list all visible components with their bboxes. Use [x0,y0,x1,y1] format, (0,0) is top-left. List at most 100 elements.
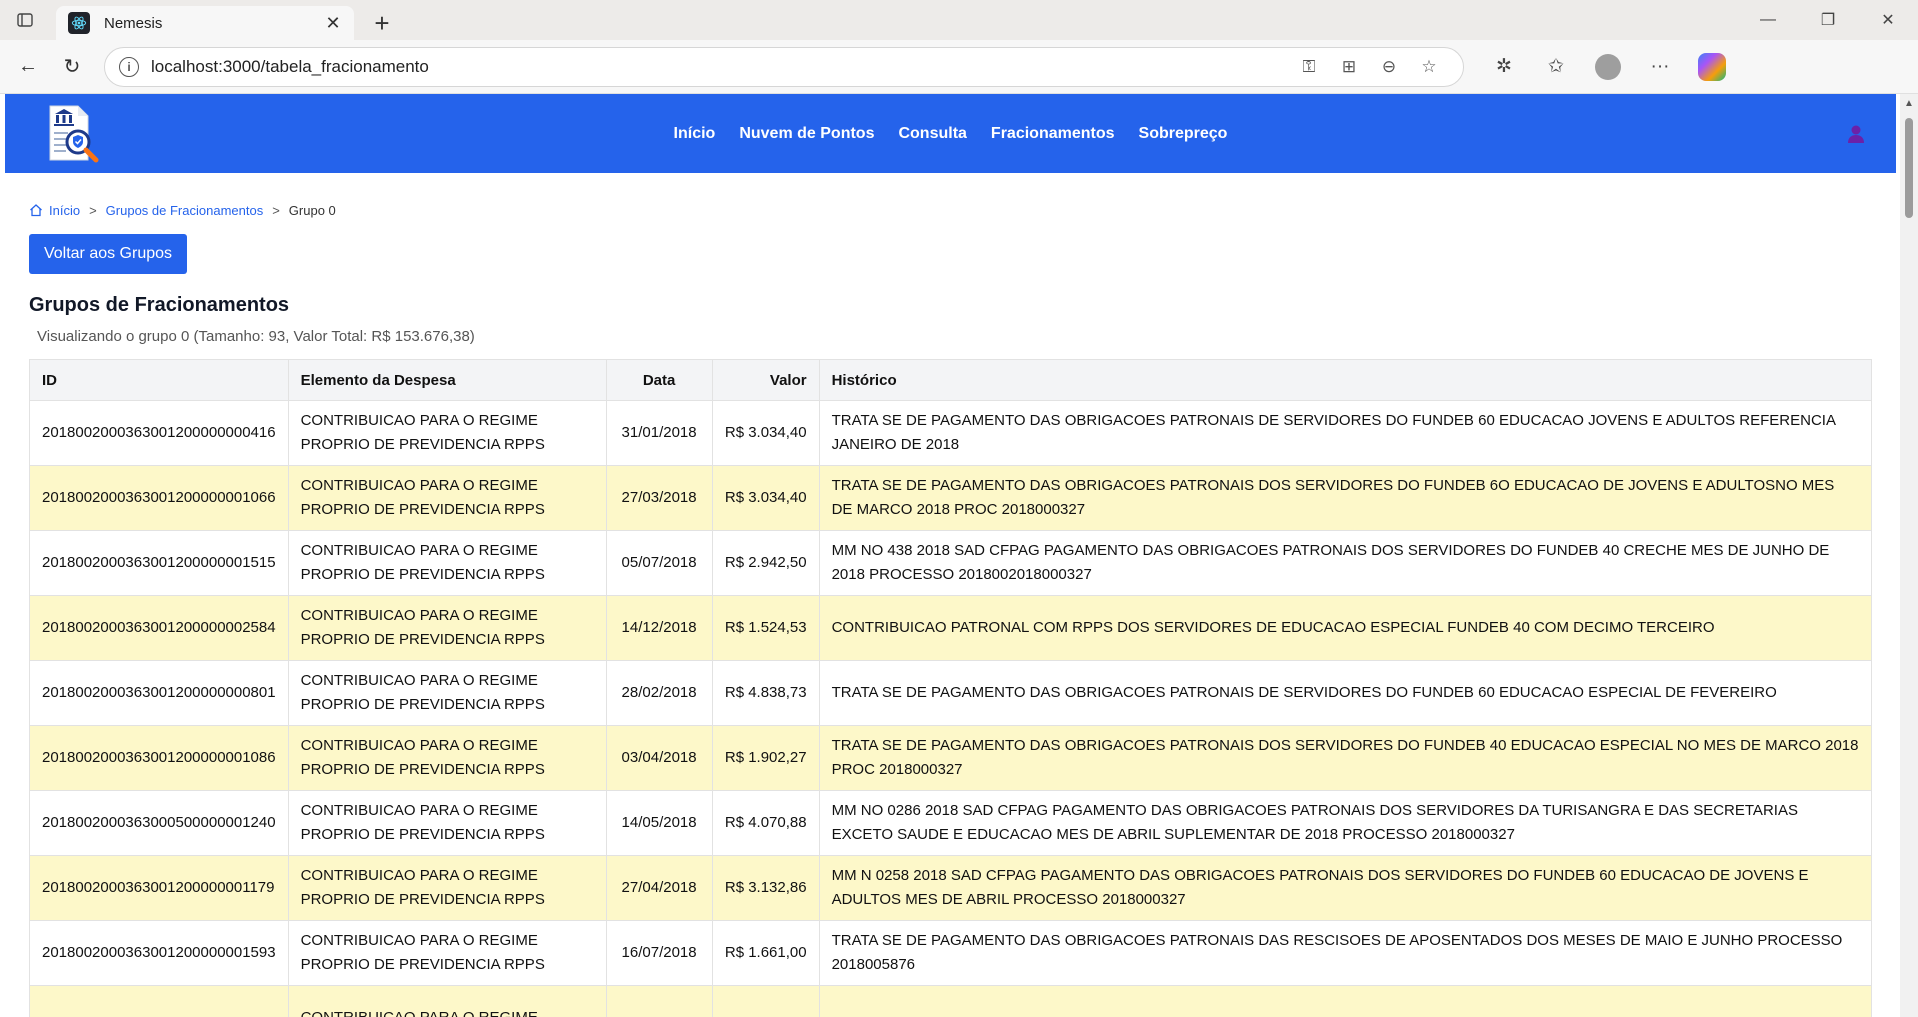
browser-tab[interactable]: Nemesis ✕ [56,6,354,40]
cell-valor: R$ 4.838,73 [711,660,820,726]
nav-link-consulta[interactable]: Consulta [898,125,966,143]
profile-avatar[interactable] [1582,47,1634,87]
table-row[interactable]: 2018002000363001200000002584 CONTRIBUICA… [29,595,1873,661]
main-content: Início > Grupos de Fracionamentos > Grup… [29,200,1873,1017]
table-row[interactable]: 2018002000363001200000001515 CONTRIBUICA… [29,530,1873,596]
tab-actions-button[interactable] [0,0,50,40]
cell-historico: TRATA SE DE PAGAMENTO DAS OBRIGACOES PAT… [818,400,1873,466]
cell-data: 28/02/2018 [605,660,713,726]
tab-title: Nemesis [104,14,163,32]
home-icon[interactable] [29,203,43,217]
cell-data: 14/12/2018 [605,595,713,661]
cell-elemento: CONTRIBUICAO PARA O REGIME PROPRIO DE PR… [287,595,607,661]
app-available-icon[interactable]: ⊞ [1329,52,1369,82]
cell-valor [711,985,820,1017]
table-row[interactable]: 2018002000363001200000001593 CONTRIBUICA… [29,920,1873,986]
cell-data: 03/04/2018 [605,725,713,791]
back-arrow-icon[interactable]: ← [10,49,46,85]
reload-icon[interactable]: ↻ [54,49,90,85]
app-navbar: Início Nuvem de Pontos Consulta Fraciona… [5,94,1896,173]
browser-tabbar: Nemesis ✕ + — ❐ ✕ [0,0,1918,40]
table-row[interactable]: 2018002000363000500000001240 CONTRIBUICA… [29,790,1873,856]
cell-elemento: CONTRIBUICAO PARA O REGIME PROPRIO DE PR… [287,530,607,596]
nav-link-inicio[interactable]: Início [674,125,716,143]
column-header-elemento[interactable]: Elemento da Despesa [287,359,607,401]
cell-id: 2018002000363001200000001593 [29,920,289,986]
cell-elemento: CONTRIBUICAO PARA O REGIME PROPRIO DE PR… [287,465,607,531]
react-favicon-icon [68,12,90,34]
cell-historico: TRATA SE DE PAGAMENTO DAS OBRIGACOES PAT… [818,465,1873,531]
window-controls: — ❐ ✕ [1738,0,1918,40]
cell-data: 05/07/2018 [605,530,713,596]
zoom-icon[interactable]: ⊖ [1369,52,1409,82]
page-title: Grupos de Fracionamentos [29,294,290,316]
cell-historico: CONTRIBUICAO PATRONAL COM RPPS DOS SERVI… [818,595,1873,661]
fracionamento-table: ID Elemento da Despesa Data Valor Histór… [29,359,1873,1017]
table-row[interactable]: 2018002000363001200000000416 CONTRIBUICA… [29,400,1873,466]
cell-valor: R$ 1.524,53 [711,595,820,661]
tab-close-icon[interactable]: ✕ [322,13,344,34]
breadcrumb-home-link[interactable]: Início [49,203,80,218]
cell-id: 2018002000363001200000001066 [29,465,289,531]
tab-actions-icon [17,13,33,27]
cell-data [605,985,713,1017]
cell-data: 27/03/2018 [605,465,713,531]
address-bar[interactable]: i localhost:3000/tabela_fracionamento ⚿ … [104,46,1464,87]
cell-data: 14/05/2018 [605,790,713,856]
more-menu-icon[interactable]: ··· [1634,47,1686,87]
cell-historico: MM NO 0286 2018 SAD CFPAG PAGAMENTO DAS … [818,790,1873,856]
cell-historico: TRATA SE DE PAGAMENTO DAS OBRIGACOES PAT… [818,725,1873,791]
page-viewport: Início Nuvem de Pontos Consulta Fraciona… [0,94,1918,1017]
cell-data: 27/04/2018 [605,855,713,921]
scroll-up-arrow-icon[interactable]: ▲ [1904,98,1914,109]
cell-id: 2018002000363001200000001179 [29,855,289,921]
nav-link-sobrepreco[interactable]: Sobrepreço [1139,125,1228,143]
cell-valor: R$ 3.132,86 [711,855,820,921]
cell-valor: R$ 4.070,88 [711,790,820,856]
table-row[interactable]: 2018002000363001200000001086 CONTRIBUICA… [29,725,1873,791]
table-row[interactable]: 2018002000363001200000001179 CONTRIBUICA… [29,855,1873,921]
breadcrumb: Início > Grupos de Fracionamentos > Grup… [29,200,1872,220]
column-header-id[interactable]: ID [29,359,289,401]
nav-link-nuvem-de-pontos[interactable]: Nuvem de Pontos [739,125,874,143]
breadcrumb-separator: > [89,202,97,218]
column-header-historico[interactable]: Histórico [818,359,1873,401]
site-info-icon[interactable]: i [119,56,139,77]
cell-elemento: CONTRIBUICAO PARA O REGIME PROPRIO DE PR… [287,660,607,726]
favorite-star-icon[interactable]: ☆ [1409,52,1449,82]
back-to-groups-button[interactable]: Voltar aos Grupos [29,234,187,274]
table-row[interactable]: CONTRIBUICAO PARA O REGIME [29,985,1873,1017]
user-icon[interactable] [1846,124,1866,144]
restore-icon[interactable]: ❐ [1798,0,1858,40]
column-header-data[interactable]: Data [605,359,713,401]
window-close-icon[interactable]: ✕ [1858,0,1918,40]
page-scrollbar[interactable]: ▲ [1900,94,1918,1017]
nav-link-fracionamentos[interactable]: Fracionamentos [991,125,1115,143]
minimize-icon[interactable]: — [1738,0,1798,40]
copilot-icon[interactable] [1686,47,1738,87]
breadcrumb-groups-link[interactable]: Grupos de Fracionamentos [106,203,264,218]
cell-id [29,985,289,1017]
cell-id: 2018002000363001200000000416 [29,400,289,466]
cell-valor: R$ 2.942,50 [711,530,820,596]
cell-elemento: CONTRIBUICAO PARA O REGIME [287,985,607,1017]
cell-historico: TRATA SE DE PAGAMENTO DAS OBRIGACOES PAT… [818,660,1873,726]
table-row[interactable]: 2018002000363001200000001066 CONTRIBUICA… [29,465,1873,531]
scrollbar-thumb[interactable] [1905,118,1913,218]
cell-data: 31/01/2018 [605,400,713,466]
cell-valor: R$ 1.902,27 [711,725,820,791]
favorites-icon[interactable]: ✩ [1530,47,1582,87]
cell-elemento: CONTRIBUICAO PARA O REGIME PROPRIO DE PR… [287,855,607,921]
cell-id: 2018002000363001200000001515 [29,530,289,596]
column-header-valor[interactable]: Valor [711,359,820,401]
url-text[interactable]: localhost:3000/tabela_fracionamento [151,57,1289,77]
cell-id: 2018002000363001200000002584 [29,595,289,661]
table-row[interactable]: 2018002000363001200000000801 CONTRIBUICA… [29,660,1873,726]
table-header-row: ID Elemento da Despesa Data Valor Histór… [29,359,1873,401]
extensions-icon[interactable]: ✲ [1478,47,1530,87]
key-icon[interactable]: ⚿ [1289,52,1329,82]
new-tab-button[interactable]: + [362,6,402,40]
main-nav: Início Nuvem de Pontos Consulta Fraciona… [5,94,1896,173]
cell-elemento: CONTRIBUICAO PARA O REGIME PROPRIO DE PR… [287,725,607,791]
browser-toolbar: ← ↻ i localhost:3000/tabela_fracionament… [0,40,1918,94]
